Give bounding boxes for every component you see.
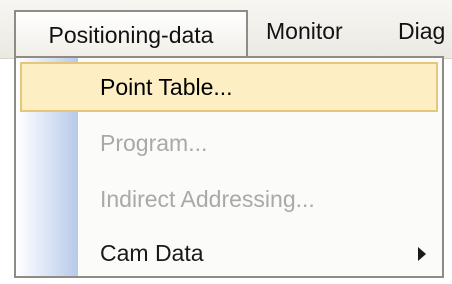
- menu-bar: Positioning-data Monitor Diag: [0, 0, 452, 59]
- menu-item-cam-data[interactable]: Cam Data: [20, 228, 438, 276]
- menu-item-point-table[interactable]: Point Table...: [20, 62, 438, 112]
- menu-item-label: Program...: [100, 130, 208, 156]
- menu-item-label: Point Table...: [100, 74, 233, 100]
- menu-item-label: Cam Data: [100, 240, 204, 266]
- menu-monitor[interactable]: Monitor: [266, 0, 343, 58]
- menu-diagnostics[interactable]: Diag: [398, 0, 445, 58]
- menu-positioning-data[interactable]: Positioning-data: [14, 10, 248, 56]
- menu-item-indirect-addressing: Indirect Addressing...: [20, 174, 438, 224]
- positioning-data-dropdown: Point Table... Program... Indirect Addre…: [14, 56, 444, 278]
- chevron-right-icon: [418, 247, 426, 261]
- menu-item-program: Program...: [20, 118, 438, 168]
- menu-item-label: Indirect Addressing...: [100, 186, 315, 212]
